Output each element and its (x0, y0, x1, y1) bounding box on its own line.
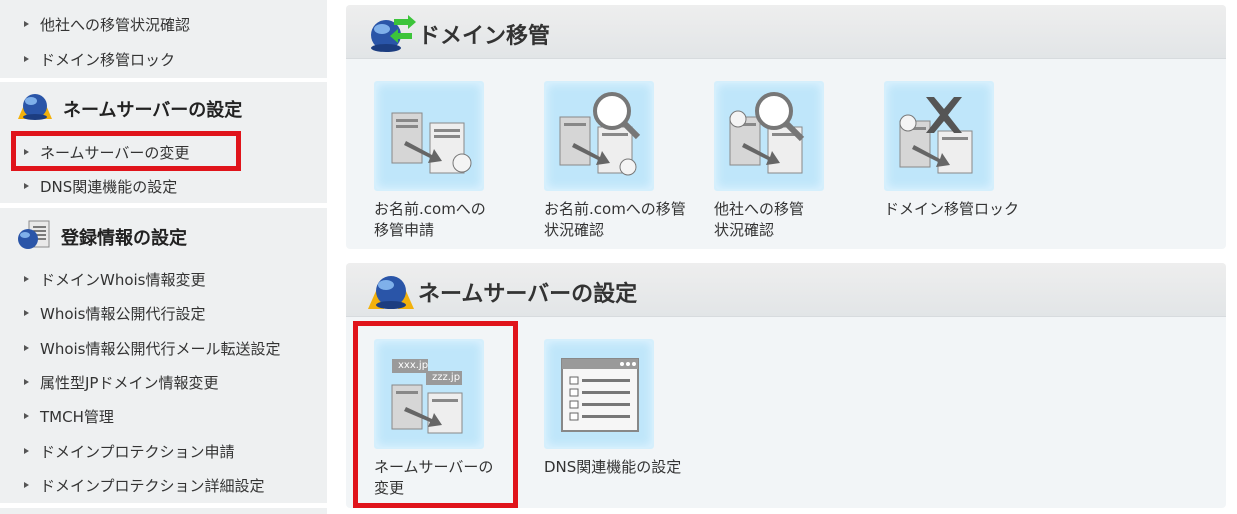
sidebar-item-protection-detail[interactable]: ドメインプロテクション詳細設定 (0, 469, 327, 501)
nameserver-panel-header: ネームサーバーの設定 (346, 263, 1226, 317)
bullet-icon (24, 56, 29, 62)
bullet-icon (24, 379, 29, 385)
sidebar-item-label: TMCH管理 (40, 407, 114, 426)
nameserver-panel-title: ネームサーバーの設定 (418, 282, 638, 307)
tile-label: ネームサーバーの 変更 (374, 458, 494, 497)
bullet-icon (24, 276, 29, 282)
bullet-icon (24, 482, 29, 488)
sidebar-item-nameserver-change[interactable]: ネームサーバーの変更 (0, 136, 327, 168)
tile-label: ドメイン移管ロック (884, 200, 1020, 218)
sidebar-heading-registration: 登録情報の設定 (0, 214, 327, 260)
sidebar-item-label: 他社への移管状況確認 (40, 15, 191, 34)
sidebar-item-jp-domain-info[interactable]: 属性型JPドメイン情報変更 (0, 366, 327, 398)
transfer-panel-header: ドメイン移管 (346, 5, 1226, 59)
sidebar-item-whois-change[interactable]: ドメインWhois情報変更 (0, 263, 327, 295)
document-globe-icon (15, 218, 53, 257)
transfer-panel-title: ドメイン移管 (418, 24, 551, 49)
sidebar: 他社への移管状況確認 ドメイン移管ロック ネームサーバーの設定 ネームサーバーの… (0, 0, 327, 514)
magnifier-server-icon (714, 81, 824, 191)
sidebar-item-label: ドメイン移管ロック (40, 50, 176, 69)
sidebar-item-whois-proxy[interactable]: Whois情報公開代行設定 (0, 297, 327, 329)
bullet-icon (24, 345, 29, 351)
sidebar-item-label: 属性型JPドメイン情報変更 (40, 373, 219, 392)
sidebar-item-dns-settings[interactable]: DNS関連機能の設定 (0, 170, 327, 202)
transfer-panel: ドメイン移管 お名前.comへの 移管申請 お名前.comへの移管 状況確認 他… (346, 5, 1226, 249)
sidebar-item-label: ドメインプロテクション申請 (40, 442, 235, 461)
globe-arrows-icon (15, 91, 55, 128)
bullet-icon (24, 413, 29, 419)
tile-label: DNS関連機能の設定 (544, 458, 682, 476)
dns-settings-window-icon (544, 339, 654, 449)
sidebar-heading-nameserver: ネームサーバーの設定 (0, 86, 327, 132)
sidebar-item-transfer-lock[interactable]: ドメイン移管ロック (0, 43, 327, 75)
sidebar-item-label: ドメインWhois情報変更 (40, 270, 206, 289)
bullet-icon (24, 448, 29, 454)
bullet-icon (24, 310, 29, 316)
sidebar-item-whois-proxy-mail[interactable]: Whois情報公開代行メール転送設定 (0, 332, 327, 364)
sidebar-item-label: Whois情報公開代行設定 (40, 304, 206, 323)
magnifier-server-icon (544, 81, 654, 191)
globe-transfer-icon (364, 13, 418, 57)
domain-badge-1: xxx.jp (398, 360, 429, 371)
bullet-icon (24, 21, 29, 27)
sidebar-item-label: ドメインプロテクション詳細設定 (40, 476, 265, 495)
bullet-icon (24, 183, 29, 189)
sidebar-item-protection-apply[interactable]: ドメインプロテクション申請 (0, 435, 327, 467)
sidebar-item-transfer-status-other[interactable]: 他社への移管状況確認 (0, 8, 327, 40)
sidebar-item-label: Whois情報公開代行メール転送設定 (40, 339, 281, 358)
tile-label: 他社への移管 状況確認 (714, 200, 805, 239)
sidebar-item-tmch[interactable]: TMCH管理 (0, 400, 327, 432)
nameserver-change-icon: xxx.jp zzz.jp (374, 339, 484, 449)
sidebar-heading-label: ネームサーバーの設定 (63, 100, 243, 121)
tile-label: お名前.comへの 移管申請 (374, 200, 486, 239)
nameserver-panel: ネームサーバーの設定 xxx.jp zzz.jp ネームサーバーの 変更 DNS… (346, 263, 1226, 508)
sidebar-item-label: ネームサーバーの変更 (40, 143, 190, 162)
domain-badge-2: zzz.jp (432, 372, 461, 383)
bullet-icon (24, 149, 29, 155)
sidebar-heading-label: 登録情報の設定 (61, 228, 187, 249)
tile-label: お名前.comへの移管 状況確認 (544, 200, 686, 239)
lock-x-server-icon (884, 81, 994, 191)
sidebar-item-label: DNS関連機能の設定 (40, 177, 178, 196)
globe-arrows-icon (364, 271, 418, 315)
sidebar-group-next (0, 508, 327, 514)
server-transfer-icon (374, 81, 484, 191)
